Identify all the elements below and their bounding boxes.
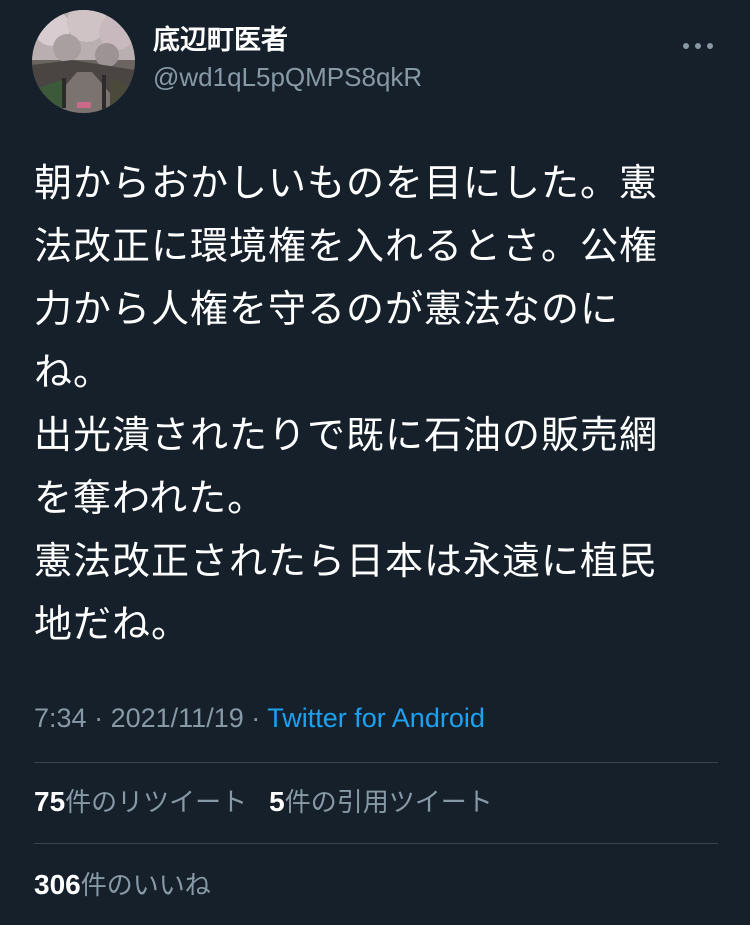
retweet-stats-row: 75件のリツイート 5件の引用ツイート <box>34 785 493 820</box>
avatar[interactable] <box>32 10 135 113</box>
likes-count: 306 <box>34 869 81 900</box>
likes-label: 件のいいね <box>80 871 211 901</box>
divider <box>34 762 718 763</box>
retweets-label: 件のリツイート <box>65 788 248 818</box>
user-info: 底辺町医者 @wd1qL5pQMPS8qkR <box>153 24 422 94</box>
user-handle[interactable]: @wd1qL5pQMPS8qkR <box>153 60 422 94</box>
tweet-header: 底辺町医者 @wd1qL5pQMPS8qkR <box>32 10 718 115</box>
tweet-text: 朝からおかしいものを目にした。憲 法改正に環境権を入れるとさ。公権 力から人権を… <box>34 161 659 646</box>
meta-separator-2: · <box>251 703 261 733</box>
divider <box>34 843 718 844</box>
meta-separator: · <box>94 703 104 733</box>
likes-stat[interactable]: 306件のいいね <box>34 869 211 901</box>
retweets-count: 75 <box>34 786 66 817</box>
quotes-label: 件の引用ツイート <box>284 788 493 818</box>
tweet-source-link[interactable]: Twitter for Android <box>267 703 485 733</box>
more-horizontal-icon <box>683 43 713 49</box>
avatar-photo <box>32 10 135 113</box>
tweet-detail: 底辺町医者 @wd1qL5pQMPS8qkR 朝からおかしいものを目にした。憲 … <box>0 0 750 925</box>
more-options-button[interactable] <box>678 34 718 58</box>
retweets-stat[interactable]: 75件のリツイート <box>34 786 248 818</box>
quotes-stat[interactable]: 5件の引用ツイート <box>269 786 493 818</box>
quotes-count: 5 <box>269 786 285 817</box>
tweet-metadata: 7:34 · 2021/11/19 · Twitter for Android <box>34 700 485 736</box>
tweet-date[interactable]: 2021/11/19 <box>111 703 244 733</box>
display-name[interactable]: 底辺町医者 <box>153 24 422 58</box>
tweet-time[interactable]: 7:34 <box>34 703 87 733</box>
likes-stats-row: 306件のいいね <box>34 868 211 903</box>
